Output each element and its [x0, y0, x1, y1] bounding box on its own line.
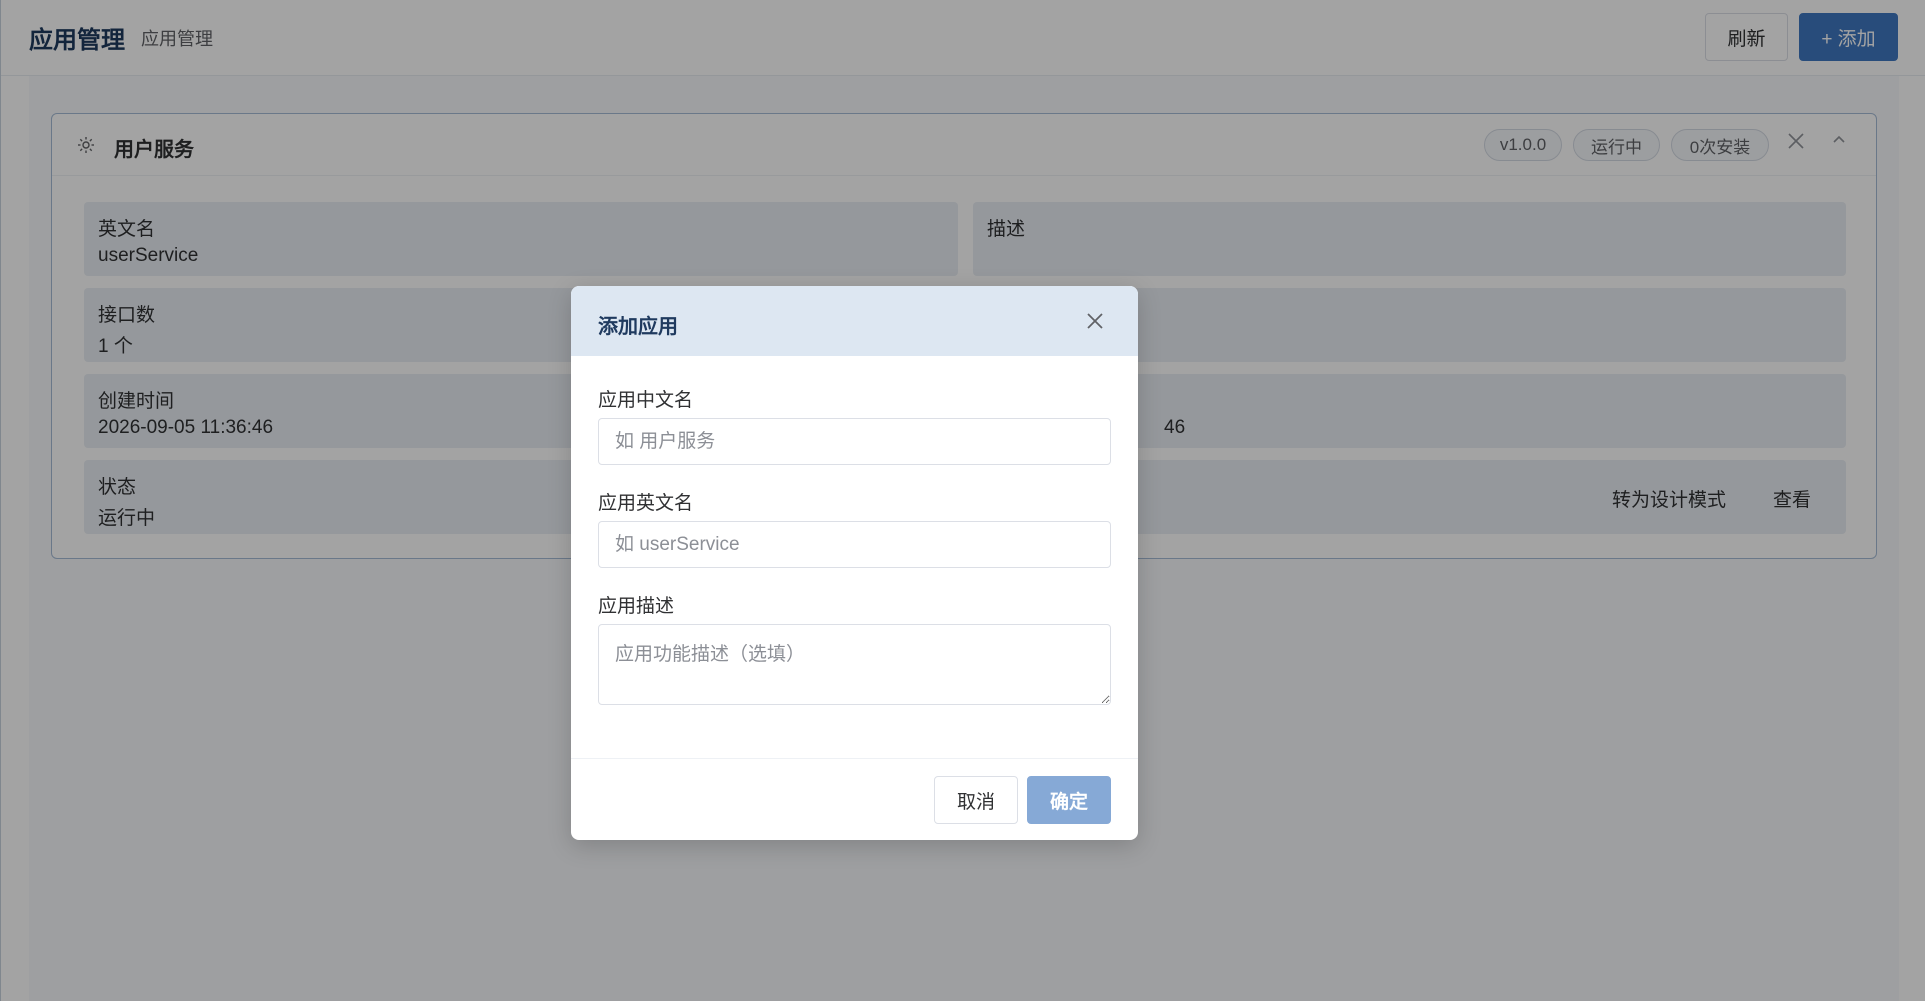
en-name-label: 应用英文名 — [598, 493, 694, 514]
cn-name-label: 应用中文名 — [598, 390, 694, 411]
description-label: 应用描述 — [598, 596, 675, 617]
dialog-header: 添加应用 — [571, 286, 1138, 356]
cancel-button[interactable]: 取消 — [934, 776, 1018, 824]
dialog-footer: 取消 确定 — [571, 758, 1138, 840]
confirm-button[interactable]: 确定 — [1027, 776, 1111, 824]
en-name-input[interactable] — [598, 521, 1111, 568]
add-app-dialog: 添加应用 应用中文名 应用英文名 应用描述 取消 确定 — [571, 286, 1138, 840]
description-textarea[interactable] — [598, 624, 1111, 705]
cn-name-input[interactable] — [598, 418, 1111, 465]
close-icon[interactable] — [1082, 308, 1108, 334]
dialog-title: 添加应用 — [598, 316, 678, 338]
